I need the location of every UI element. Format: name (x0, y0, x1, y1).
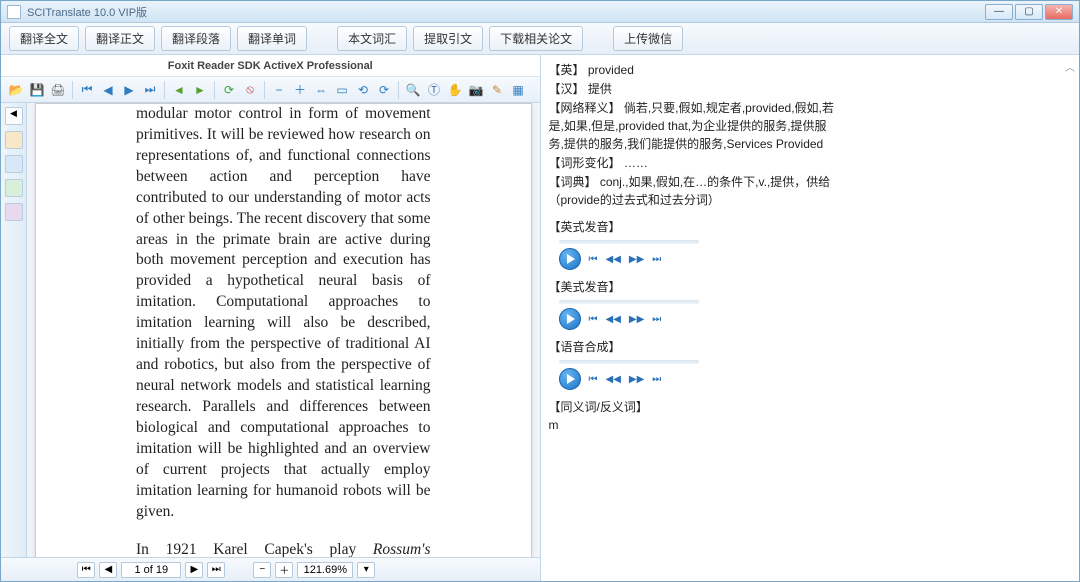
zoom-in-button[interactable]: ＋ (275, 562, 293, 578)
app-window: SCITranslate 10.0 VIP版 — ▢ ✕ 翻译全文 翻译正文 翻… (0, 0, 1080, 582)
pdf-sidebar: ◀ (1, 103, 27, 557)
first-page-icon[interactable]: ⏮ (78, 81, 96, 99)
uk-play-button[interactable] (559, 248, 581, 270)
abstract-paragraph: modular motor control in form of movemen… (136, 104, 431, 522)
back-icon[interactable]: ◄ (170, 81, 188, 99)
zoom-dropdown-button[interactable]: ▾ (357, 562, 375, 578)
more-icon[interactable]: ▦ (509, 81, 527, 99)
us-play-button[interactable] (559, 308, 581, 330)
status-bar: ⏮ ◀ 1 of 19 ▶ ⏭ − ＋ 121.69% ▾ (1, 557, 540, 581)
tts-ffwd-icon[interactable]: ▶▶ (629, 372, 644, 387)
uk-rewind-icon[interactable]: ◀◀ (606, 252, 621, 267)
comments-tab-icon[interactable] (5, 203, 23, 221)
menu-translate-paragraph[interactable]: 翻译段落 (161, 26, 231, 51)
hand-icon[interactable]: ✋ (446, 81, 464, 99)
menu-translate-full[interactable]: 翻译全文 (9, 26, 79, 51)
next-page-icon[interactable]: ▶ (120, 81, 138, 99)
uk-first-icon[interactable]: ⏮ (589, 252, 598, 267)
us-last-icon[interactable]: ⏭ (652, 312, 661, 327)
panel-collapse-icon[interactable]: ︿ (1065, 59, 1075, 74)
uk-audio-slider[interactable] (559, 240, 835, 244)
fit-width-icon[interactable]: ⇔ (312, 81, 330, 99)
rotate-right-icon[interactable]: ⟳ (375, 81, 393, 99)
uk-last-icon[interactable]: ⏭ (652, 252, 661, 267)
print-icon[interactable]: 🖨 (49, 81, 67, 99)
refresh-icon[interactable]: ⟳ (220, 81, 238, 99)
pdf-page: modular motor control in form of movemen… (35, 103, 532, 557)
menu-vocabulary[interactable]: 本文词汇 (337, 26, 407, 51)
section-us-audio: 【美式发音】 (549, 278, 835, 296)
snapshot-icon[interactable]: 📷 (467, 81, 485, 99)
attachments-tab-icon[interactable] (5, 179, 23, 197)
uk-audio-controls: ⏮ ◀◀ ▶▶ ⏭ (559, 248, 835, 270)
dict-dictionary: 【词典】 conj.,如果,假如,在…的条件下,v.,提供，供给（provide… (549, 173, 835, 209)
maximize-button[interactable]: ▢ (1015, 4, 1043, 20)
menu-download-related[interactable]: 下载相关论文 (489, 26, 583, 51)
menubar: 翻译全文 翻译正文 翻译段落 翻译单词 本文词汇 提取引文 下载相关论文 上传微… (1, 23, 1079, 55)
zoom-out-button[interactable]: − (253, 562, 271, 578)
zoom-indicator[interactable]: 121.69% (297, 562, 353, 578)
dict-morphology: 【词形变化】 …… (549, 154, 835, 172)
close-button[interactable]: ✕ (1045, 4, 1073, 20)
section-tts: 【语音合成】 (549, 338, 835, 356)
us-audio-controls: ⏮ ◀◀ ▶▶ ⏭ (559, 308, 835, 330)
sidebar-collapse-icon[interactable]: ◀ (5, 107, 23, 125)
select-text-icon[interactable]: Ⓣ (425, 81, 443, 99)
us-rewind-icon[interactable]: ◀◀ (606, 312, 621, 327)
window-title: SCITranslate 10.0 VIP版 (27, 4, 147, 20)
menu-upload-wechat[interactable]: 上传微信 (613, 26, 683, 51)
last-page-button[interactable]: ⏭ (207, 562, 225, 578)
tts-audio-slider[interactable] (559, 360, 835, 364)
pages-tab-icon[interactable] (5, 155, 23, 173)
us-audio-slider[interactable] (559, 300, 835, 304)
rotate-left-icon[interactable]: ⟲ (354, 81, 372, 99)
fit-page-icon[interactable]: ▭ (333, 81, 351, 99)
document-body: ◀ modular motor control in form of movem… (1, 103, 540, 557)
find-icon[interactable]: 🔍 (404, 81, 422, 99)
titlebar: SCITranslate 10.0 VIP版 — ▢ ✕ (1, 1, 1079, 23)
open-icon[interactable]: 📂 (7, 81, 25, 99)
stop-icon[interactable]: ⦸ (241, 81, 259, 99)
next-page-button[interactable]: ▶ (185, 562, 203, 578)
bookmarks-tab-icon[interactable] (5, 131, 23, 149)
tts-play-button[interactable] (559, 368, 581, 390)
zoom-out-icon[interactable]: − (270, 81, 288, 99)
prev-page-button[interactable]: ◀ (99, 562, 117, 578)
last-page-icon[interactable]: ⏭ (141, 81, 159, 99)
dict-net-meaning: 【网络释义】 倘若,只要,假如,规定者,provided,假如,若是,如果,但是… (549, 99, 835, 153)
us-first-icon[interactable]: ⏮ (589, 312, 598, 327)
document-viewer: Foxit Reader SDK ActiveX Professional 📂💾… (1, 55, 541, 581)
us-ffwd-icon[interactable]: ▶▶ (629, 312, 644, 327)
body-paragraph: In 1921 Karel Capek's play Rossum's Univ… (136, 540, 431, 557)
first-page-button[interactable]: ⏮ (77, 562, 95, 578)
dict-english: 【英】 provided (549, 61, 835, 79)
page-scroll-area[interactable]: modular motor control in form of movemen… (27, 103, 540, 557)
synonyms-body: m (549, 416, 835, 434)
dictionary-panel: 【英】 provided 【汉】 提供 【网络释义】 倘若,只要,假如,规定者,… (541, 55, 845, 441)
section-synonyms: 【同义词/反义词】 (549, 398, 835, 416)
tts-first-icon[interactable]: ⏮ (589, 372, 598, 387)
page-indicator[interactable]: 1 of 19 (121, 562, 181, 578)
tts-rewind-icon[interactable]: ◀◀ (606, 372, 621, 387)
uk-ffwd-icon[interactable]: ▶▶ (629, 252, 644, 267)
pdf-toolbar: 📂💾🖨⏮◀▶⏭◄►⟳⦸−＋⇔▭⟲⟳🔍Ⓣ✋📷✎▦ (1, 77, 540, 103)
minimize-button[interactable]: — (985, 4, 1013, 20)
menu-extract-citations[interactable]: 提取引文 (413, 26, 483, 51)
save-icon[interactable]: 💾 (28, 81, 46, 99)
tts-audio-controls: ⏮ ◀◀ ▶▶ ⏭ (559, 368, 835, 390)
content-area: Foxit Reader SDK ActiveX Professional 📂💾… (1, 55, 1079, 581)
tts-last-icon[interactable]: ⏭ (652, 372, 661, 387)
bookmark-icon[interactable]: ✎ (488, 81, 506, 99)
menu-translate-body[interactable]: 翻译正文 (85, 26, 155, 51)
dict-chinese: 【汉】 提供 (549, 80, 835, 98)
app-icon (7, 5, 21, 19)
section-uk-audio: 【英式发音】 (549, 218, 835, 236)
dictionary-panel-wrap: ︿ 【英】 provided 【汉】 提供 【网络释义】 倘若,只要,假如,规定… (541, 55, 1080, 581)
prev-page-icon[interactable]: ◀ (99, 81, 117, 99)
zoom-in-icon[interactable]: ＋ (291, 81, 309, 99)
forward-icon[interactable]: ► (191, 81, 209, 99)
document-title: Foxit Reader SDK ActiveX Professional (1, 55, 540, 77)
menu-translate-word[interactable]: 翻译单词 (237, 26, 307, 51)
